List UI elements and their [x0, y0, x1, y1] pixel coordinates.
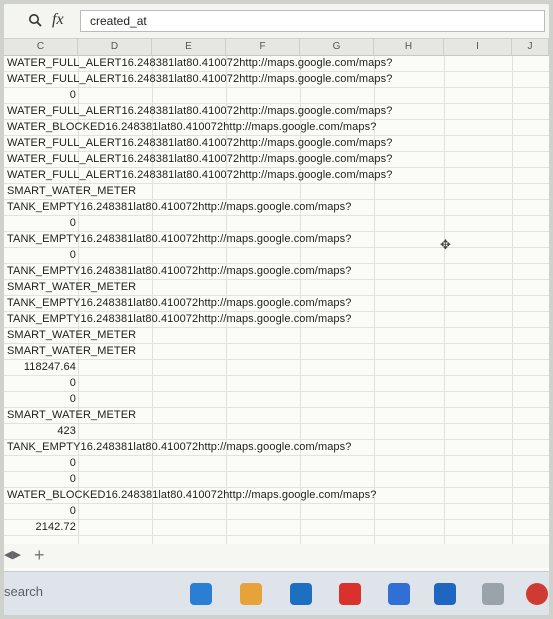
- table-row[interactable]: 0: [4, 472, 549, 488]
- table-row[interactable]: TANK_EMPTY16.248381lat80.410072http://ma…: [4, 296, 549, 312]
- table-row[interactable]: 0: [4, 88, 549, 104]
- table-row[interactable]: 423: [4, 424, 549, 440]
- cell-value[interactable]: WATER_FULL_ALERT16.248381lat80.410072htt…: [7, 72, 392, 87]
- cell-value[interactable]: WATER_FULL_ALERT16.248381lat80.410072htt…: [7, 152, 392, 167]
- table-row[interactable]: WATER_FULL_ALERT16.248381lat80.410072htt…: [4, 56, 549, 72]
- table-row[interactable]: SMART_WATER_METER: [4, 184, 549, 200]
- table-row[interactable]: TANK_EMPTY16.248381lat80.410072http://ma…: [4, 440, 549, 456]
- table-row[interactable]: SMART_WATER_METER: [4, 408, 549, 424]
- table-row[interactable]: WATER_FULL_ALERT16.248381lat80.410072htt…: [4, 72, 549, 88]
- column-header-h[interactable]: H: [374, 39, 444, 55]
- cell-value[interactable]: 0: [4, 376, 76, 391]
- column-header-i[interactable]: I: [444, 39, 512, 55]
- table-row[interactable]: SMART_WATER_METER: [4, 328, 549, 344]
- cell-value[interactable]: SMART_WATER_METER: [7, 408, 136, 423]
- table-row[interactable]: 118247.64: [4, 360, 549, 376]
- whatsapp-icon[interactable]: [482, 583, 504, 605]
- chrome-icon[interactable]: [526, 583, 548, 605]
- table-row[interactable]: TANK_EMPTY16.248381lat80.410072http://ma…: [4, 264, 549, 280]
- table-row[interactable]: 0: [4, 216, 549, 232]
- search-icon[interactable]: [28, 13, 42, 30]
- outlook-icon[interactable]: [434, 583, 456, 605]
- cell-value[interactable]: WATER_FULL_ALERT16.248381lat80.410072htt…: [7, 104, 392, 119]
- cell-value[interactable]: 0: [4, 456, 76, 471]
- cell-value[interactable]: TANK_EMPTY16.248381lat80.410072http://ma…: [7, 296, 351, 311]
- cell-value[interactable]: SMART_WATER_METER: [7, 280, 136, 295]
- cell-value[interactable]: TANK_EMPTY16.248381lat80.410072http://ma…: [7, 312, 351, 327]
- table-row[interactable]: 2142.72: [4, 520, 549, 536]
- cell-value[interactable]: 0: [4, 472, 76, 487]
- table-row[interactable]: TANK_EMPTY16.248381lat80.410072http://ma…: [4, 200, 549, 216]
- column-header-f[interactable]: F: [226, 39, 300, 55]
- search-icon-glyph: [29, 14, 42, 27]
- cell-value[interactable]: 118247.64: [4, 360, 76, 375]
- table-row[interactable]: 0: [4, 504, 549, 520]
- screen: fx created_at C D E F G H I J WATER_FULL…: [4, 4, 549, 615]
- cell-value[interactable]: 0: [4, 216, 76, 231]
- table-row[interactable]: TANK_EMPTY16.248381lat80.410072http://ma…: [4, 232, 549, 248]
- cell-value[interactable]: WATER_FULL_ALERT16.248381lat80.410072htt…: [7, 56, 392, 71]
- cell-value[interactable]: 0: [4, 392, 76, 407]
- table-row[interactable]: SMART_WATER_METER: [4, 280, 549, 296]
- table-row[interactable]: 0: [4, 392, 549, 408]
- table-row[interactable]: WATER_FULL_ALERT16.248381lat80.410072htt…: [4, 152, 549, 168]
- cell-value[interactable]: 0: [4, 504, 76, 519]
- cell-value[interactable]: TANK_EMPTY16.248381lat80.410072http://ma…: [7, 264, 351, 279]
- cell-value[interactable]: WATER_BLOCKED16.248381lat80.410072http:/…: [7, 120, 376, 135]
- cell-value[interactable]: 423: [4, 424, 76, 439]
- table-row[interactable]: TANK_EMPTY16.248381lat80.410072http://ma…: [4, 312, 549, 328]
- column-header-c[interactable]: C: [4, 39, 78, 55]
- formula-input[interactable]: created_at: [80, 10, 545, 32]
- table-row[interactable]: SMART_WATER_METER: [4, 344, 549, 360]
- mail-icon[interactable]: [290, 583, 312, 605]
- cell-grid[interactable]: WATER_FULL_ALERT16.248381lat80.410072htt…: [4, 56, 549, 566]
- table-row[interactable]: 0: [4, 376, 549, 392]
- cell-value[interactable]: WATER_FULL_ALERT16.248381lat80.410072htt…: [7, 136, 392, 151]
- cell-value[interactable]: WATER_BLOCKED16.248381lat80.410072http:/…: [7, 488, 376, 503]
- sheet-nav-icon[interactable]: ◀▶: [4, 548, 21, 561]
- column-header-j[interactable]: J: [512, 39, 549, 55]
- file-explorer-icon[interactable]: [240, 583, 262, 605]
- cell-value[interactable]: 2142.72: [4, 520, 76, 535]
- table-row[interactable]: 0: [4, 456, 549, 472]
- column-header-g[interactable]: G: [300, 39, 374, 55]
- cell-value[interactable]: SMART_WATER_METER: [7, 328, 136, 343]
- weather-icon[interactable]: [190, 583, 212, 605]
- cell-value[interactable]: TANK_EMPTY16.248381lat80.410072http://ma…: [7, 440, 351, 455]
- column-header-row: C D E F G H I J: [4, 39, 549, 56]
- cell-value[interactable]: 0: [4, 248, 76, 263]
- add-sheet-button[interactable]: +: [34, 545, 45, 566]
- column-header-d[interactable]: D: [78, 39, 152, 55]
- sheet-tab-bar: ◀▶ +: [4, 544, 549, 568]
- table-row[interactable]: 0: [4, 248, 549, 264]
- cell-value[interactable]: TANK_EMPTY16.248381lat80.410072http://ma…: [7, 200, 351, 215]
- cell-value[interactable]: SMART_WATER_METER: [7, 344, 136, 359]
- table-row[interactable]: WATER_BLOCKED16.248381lat80.410072http:/…: [4, 120, 549, 136]
- table-row[interactable]: WATER_BLOCKED16.248381lat80.410072http:/…: [4, 488, 549, 504]
- taskbar-search[interactable]: search: [4, 584, 43, 599]
- cell-value[interactable]: TANK_EMPTY16.248381lat80.410072http://ma…: [7, 232, 351, 247]
- cell-value[interactable]: 0: [4, 88, 76, 103]
- table-row[interactable]: WATER_FULL_ALERT16.248381lat80.410072htt…: [4, 136, 549, 152]
- table-row[interactable]: WATER_FULL_ALERT16.248381lat80.410072htt…: [4, 168, 549, 184]
- app-icon[interactable]: [388, 583, 410, 605]
- taskbar: search: [4, 571, 549, 615]
- youtube-icon[interactable]: [339, 583, 361, 605]
- move-cursor-icon: ✥: [440, 237, 451, 252]
- cell-value[interactable]: WATER_FULL_ALERT16.248381lat80.410072htt…: [7, 168, 392, 183]
- column-header-e[interactable]: E: [152, 39, 226, 55]
- cell-value[interactable]: SMART_WATER_METER: [7, 184, 136, 199]
- fx-icon[interactable]: fx: [52, 11, 64, 29]
- formula-bar: fx created_at: [4, 4, 549, 39]
- table-row[interactable]: WATER_FULL_ALERT16.248381lat80.410072htt…: [4, 104, 549, 120]
